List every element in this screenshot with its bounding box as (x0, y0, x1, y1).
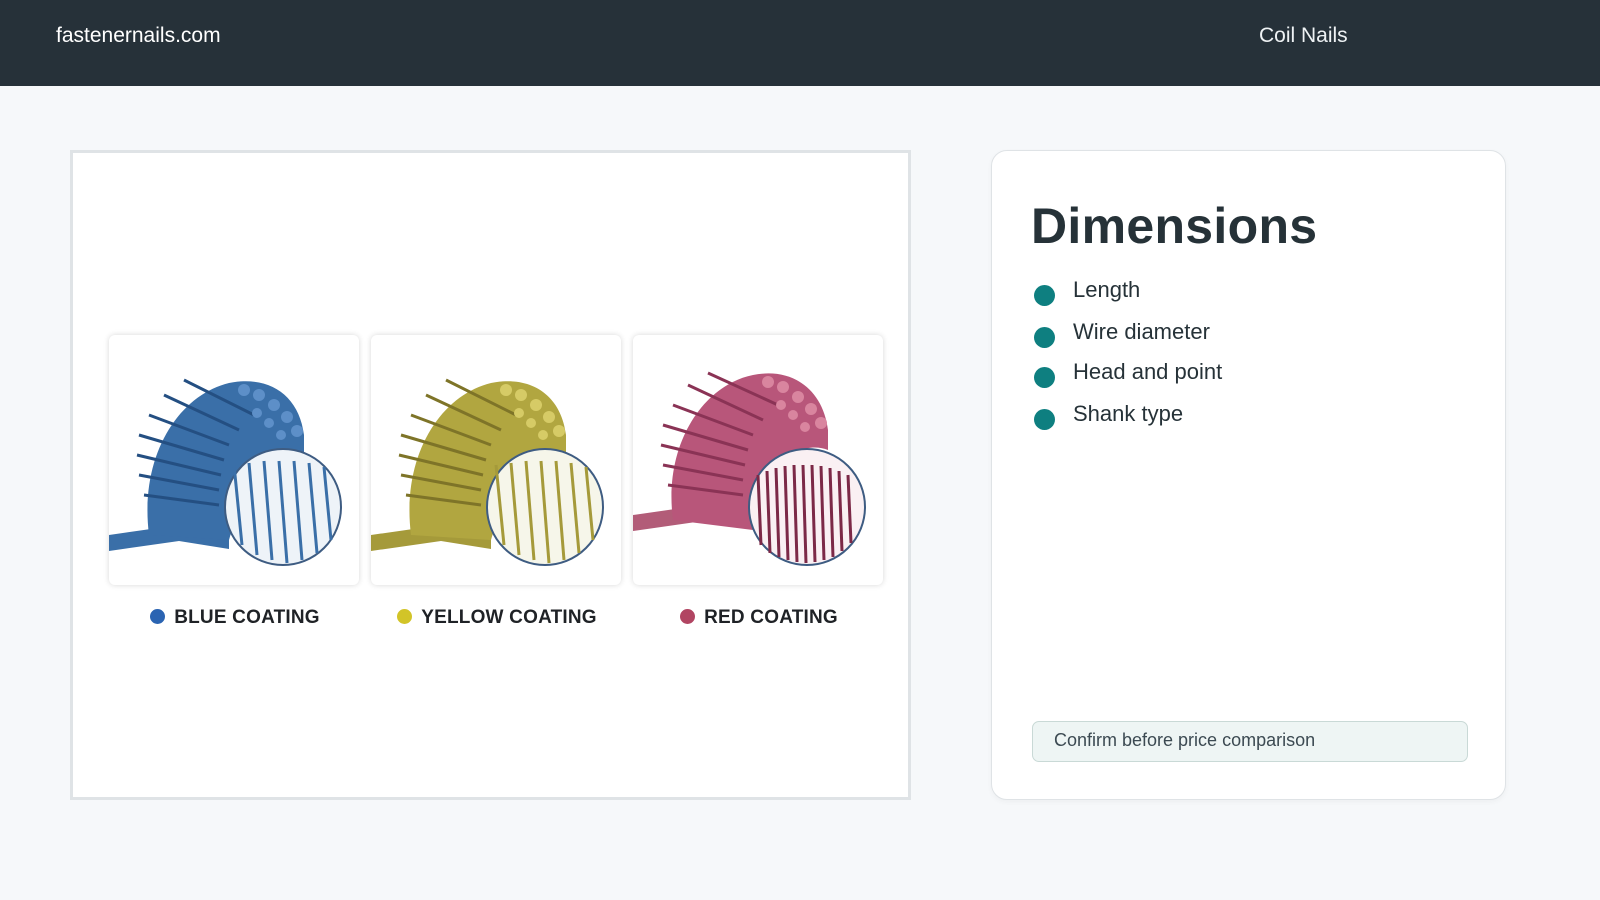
list-item: Shank type (1034, 401, 1474, 443)
list-item: Head and point (1034, 359, 1474, 401)
spec-label: Length (1073, 277, 1141, 302)
bullet-dot-icon (1034, 409, 1055, 430)
page-category-label: Coil Nails (1259, 24, 1348, 47)
site-logo-link[interactable]: fastenernails.com (56, 24, 221, 48)
bullet-dot-icon (1034, 367, 1055, 388)
blue-dot-icon (150, 609, 166, 624)
coating-variants: BLUE COATING YELLOW COATING RED COATING (109, 335, 883, 628)
list-item: Wire diameter (1034, 319, 1474, 359)
list-item: Length (1034, 277, 1474, 319)
product-image-panel: BLUE COATING YELLOW COATING RED COATING (70, 150, 911, 800)
bullet-dot-icon (1034, 327, 1055, 348)
variant-red: RED COATING (633, 335, 885, 635)
yellow-dot-icon (397, 609, 413, 624)
red-coating-label: RED COATING (633, 607, 885, 629)
bullet-dot-icon (1034, 285, 1055, 306)
yellow-coating-label: YELLOW COATING (371, 607, 623, 629)
spec-label: Shank type (1073, 401, 1184, 426)
red-coil-nails-image (633, 335, 883, 585)
blue-coil-nails-image (109, 335, 359, 585)
dimensions-list: Length Wire diameter Head and point Shan… (1034, 277, 1474, 443)
red-dot-icon (680, 609, 696, 624)
coil-nails-icon (633, 371, 866, 566)
dimensions-title: Dimensions (1031, 198, 1318, 254)
coil-nails-icon (109, 378, 342, 566)
blue-coating-label: BLUE COATING (109, 607, 361, 629)
top-bar: fastenernails.com Coil Nails (0, 0, 1600, 86)
variant-yellow: YELLOW COATING (371, 335, 623, 635)
spec-label: Wire diameter (1073, 319, 1210, 344)
confirm-note: Confirm before price comparison (1032, 721, 1468, 762)
yellow-coil-nails-image (371, 335, 621, 585)
dimensions-card: Dimensions Length Wire diameter Head and… (991, 150, 1506, 800)
variant-blue: BLUE COATING (109, 335, 361, 635)
coil-nails-icon (371, 378, 604, 566)
spec-label: Head and point (1073, 359, 1223, 384)
